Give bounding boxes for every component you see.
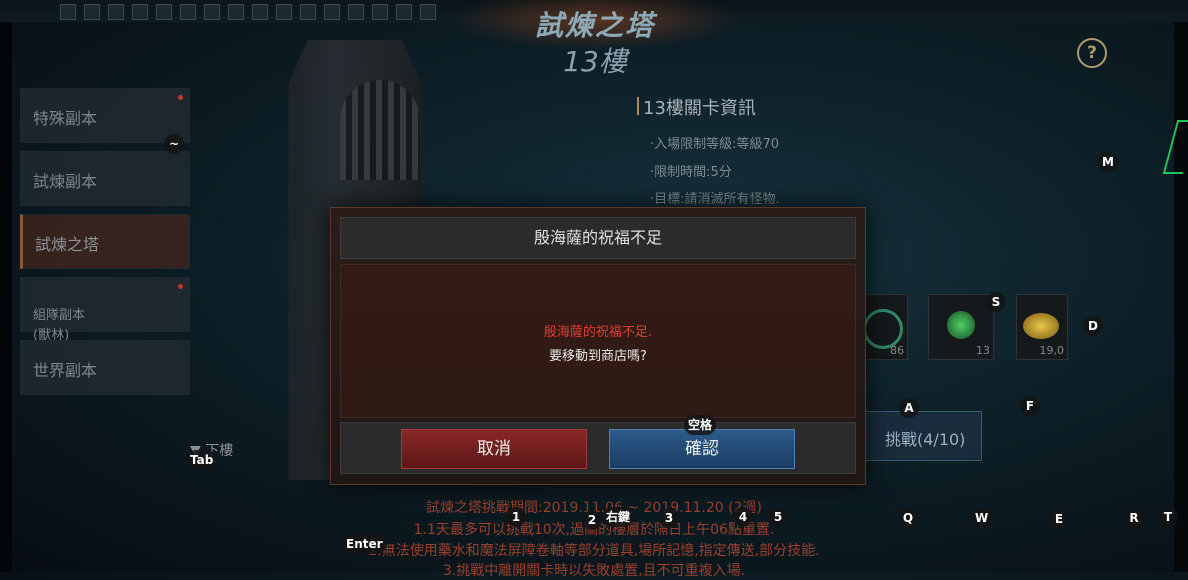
sidebar-item-label: 特殊副本 [33,109,98,128]
key-hint-d: D [1083,316,1103,336]
reward-slot[interactable]: 19,0 [1016,294,1068,360]
sidebar-item-label: 試煉之塔 [35,235,100,254]
stage-info-line: ·限制時間:5分 [650,165,732,180]
key-hint-e: E [1049,509,1069,529]
key-hint-tab: Tab [186,450,218,470]
gold-coins-icon [1023,313,1059,339]
toolbar-icon[interactable] [180,4,196,20]
green-orb-icon [863,309,903,349]
left-edge [0,0,12,572]
toolbar-icon[interactable] [348,4,364,20]
sidebar-item-label: 世界副本 [33,361,98,380]
dialog-question-message: 要移動到商店嗎? [549,349,647,364]
toolbar-icon[interactable] [84,4,100,20]
side-panel-toggle[interactable] [1162,120,1188,174]
sidebar-item-trial-dungeon[interactable]: 試煉副本 [20,151,190,206]
key-hint-4: 4 [733,507,753,527]
key-hint-a: A [899,398,919,418]
dialog-body: 殷海薩的祝福不足. 要移動到商店嗎? [340,264,856,418]
notification-dot [178,95,183,100]
key-hint-tilde: ~ [164,134,184,154]
toolbar-icon[interactable] [132,4,148,20]
reward-count: 19,0 [1039,344,1065,357]
star-gem-icon [947,311,975,339]
toolbar-icon[interactable] [228,4,244,20]
sidebar-item-special-dungeon[interactable]: 特殊副本 [20,88,190,143]
toolbar-icon[interactable] [108,4,124,20]
dialog-footer: 取消 確認 [340,422,856,474]
toolbar-icon[interactable] [156,4,172,20]
key-hint-5: 5 [768,507,788,527]
toolbar-icon[interactable] [276,4,292,20]
toolbar-icon[interactable] [60,4,76,20]
toolbar-icon[interactable] [324,4,340,20]
rule-text: 2.無法使用藥水和魔法屏障卷軸等部分道具,場所記憶,指定傳送,部分技能. [368,543,820,559]
toolbar-icon[interactable] [396,4,412,20]
notification-dot [178,284,183,289]
sidebar-item-label: 試煉副本 [33,172,98,191]
sidebar-item-trial-tower[interactable]: 試煉之塔 [20,214,190,269]
sidebar-item-world-dungeon[interactable]: 世界副本 [20,340,190,395]
stage-info-line: ·入場限制等級:等級70 [650,137,780,152]
confirm-dialog: 殷海薩的祝福不足 殷海薩的祝福不足. 要移動到商店嗎? 取消 確認 [330,207,866,485]
help-icon[interactable]: ? [1077,38,1107,68]
reward-count: 13 [976,344,990,357]
key-hint-s: S [986,292,1006,312]
key-hint-1: 1 [506,507,526,527]
key-hint-right-click: 右鍵 [602,507,635,527]
toolbar-icon[interactable] [300,4,316,20]
stage-info-line: ·目標:請消滅所有怪物. [650,192,780,207]
challenge-button[interactable]: 挑戰(4/10) [862,411,982,461]
key-hint-enter: Enter [342,534,387,554]
key-hint-w: W [971,508,993,528]
reward-count: 86 [890,344,904,357]
right-edge [1174,0,1188,572]
toolbar-icon[interactable] [204,4,220,20]
title-area: 試煉之塔 13樓 [450,0,740,80]
key-hint-m: M [1098,152,1118,172]
key-hint-q: Q [898,508,918,528]
sidebar-item-label: 組隊副本 (獸林) [33,308,86,343]
cancel-button[interactable]: 取消 [401,429,587,469]
stage-info-title: 13樓關卡資訊 [637,94,756,120]
dialog-warning-message: 殷海薩的祝福不足. [543,325,653,340]
key-hint-r: R [1124,508,1144,528]
rule-text: 3.挑戰中離開關卡時以失敗處置,且不可重複入場. [442,563,746,579]
tower-gate [340,80,420,180]
dialog-title: 殷海薩的祝福不足 [340,217,856,259]
toolbar-icon[interactable] [372,4,388,20]
key-hint-3: 3 [659,508,679,528]
key-hint-f: F [1020,396,1040,416]
confirm-button[interactable]: 確認 [609,429,795,469]
reward-slot[interactable]: 13 [928,294,994,360]
page-title: 試煉之塔 [534,9,655,42]
floor-number: 13樓 [563,45,627,78]
key-hint-space: 空格 [684,415,717,435]
key-hint-2: 2 [582,510,602,530]
toolbar-icon[interactable] [420,4,436,20]
sidebar-item-party-dungeon[interactable]: 組隊副本 (獸林) [20,277,190,343]
key-hint-t: T [1158,507,1178,527]
toolbar-icon[interactable] [252,4,268,20]
